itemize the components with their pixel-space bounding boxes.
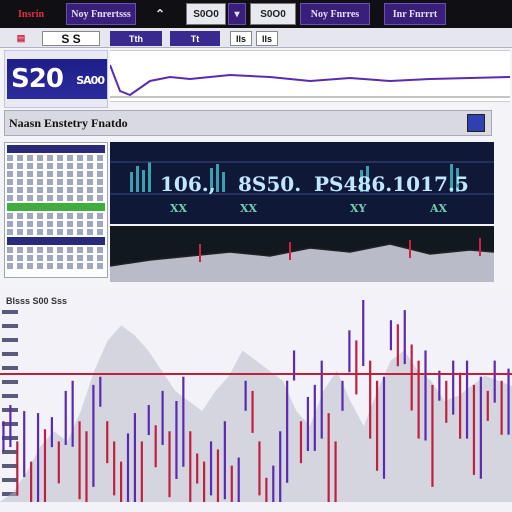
toolbar-tab-1[interactable]: Tth — [110, 31, 162, 46]
window-icon[interactable] — [467, 114, 485, 132]
menu-button-4[interactable]: Noy Fnrres — [300, 3, 370, 25]
dropdown-icon[interactable]: ▾ — [228, 3, 246, 25]
dash-mark-1: XX — [170, 202, 188, 215]
data-grid — [4, 142, 108, 278]
main-chart — [0, 300, 512, 502]
brand-label: Insrin — [17, 8, 45, 20]
axis-tick — [2, 338, 18, 342]
ticker-panel: S20 SA00 — [4, 50, 108, 108]
axis-tick — [2, 366, 18, 370]
panel-title-bar: Naasn Enstetry Fnatdo — [4, 110, 492, 136]
mid-chart — [109, 238, 495, 282]
overview-strip — [109, 50, 511, 102]
axis-tick — [2, 478, 18, 482]
menu-button-3[interactable]: S0O0 — [250, 3, 296, 25]
symbol-field[interactable]: S S — [42, 31, 100, 46]
secondary-toolbar: ▤ S S Tth Tt lls lls — [0, 28, 512, 48]
axis-tick — [2, 310, 18, 314]
panel-title: Naasn Enstetry Fnatdo — [9, 116, 128, 130]
chevron-up-icon[interactable]: ⌃ — [150, 3, 170, 25]
ticker-price: S20 SA00 — [7, 59, 107, 99]
axis-tick — [2, 380, 18, 384]
dash-value-1: 106., — [160, 172, 216, 196]
axis-tick — [2, 324, 18, 328]
menu-button-1[interactable]: Noy Fnrertsss — [66, 3, 136, 25]
menu-button-2[interactable]: S0O0 — [186, 3, 226, 25]
ticker-small-value: SA00 — [76, 74, 105, 87]
axis-tick — [2, 464, 18, 468]
toolbar-tab-2[interactable]: Tt — [170, 31, 220, 46]
dash-mark-2: XX — [240, 202, 258, 215]
dash-value-2: 8S50. — [238, 172, 302, 196]
menu-button-5[interactable]: Inr Fnrrrt — [384, 3, 446, 25]
dash-mark-4: AX — [430, 202, 448, 215]
dashboard-panel: 106., 8S50. PS486.1017.5 XX XX XY AX — [110, 142, 494, 224]
dash-mark-3: XY — [350, 202, 367, 215]
dash-value-3: PS486.1017.5 — [314, 172, 469, 196]
ticker-big-value: S20 — [11, 64, 64, 94]
flag-icon[interactable]: ▤ — [6, 31, 36, 46]
axis-tick — [2, 352, 18, 356]
axis-tick — [2, 394, 18, 398]
toolbar-tab-4[interactable]: lls — [256, 31, 278, 46]
mid-chart-panel — [109, 226, 495, 282]
toolbar-tab-3[interactable]: lls — [230, 31, 252, 46]
top-toolbar: Insrin Noy Fnrertsss ⌃ S0O0 ▾ S0O0 Noy F… — [0, 0, 512, 28]
main-chart-panel: Blsss S00 Sss — [0, 290, 512, 512]
overview-line — [109, 64, 511, 98]
